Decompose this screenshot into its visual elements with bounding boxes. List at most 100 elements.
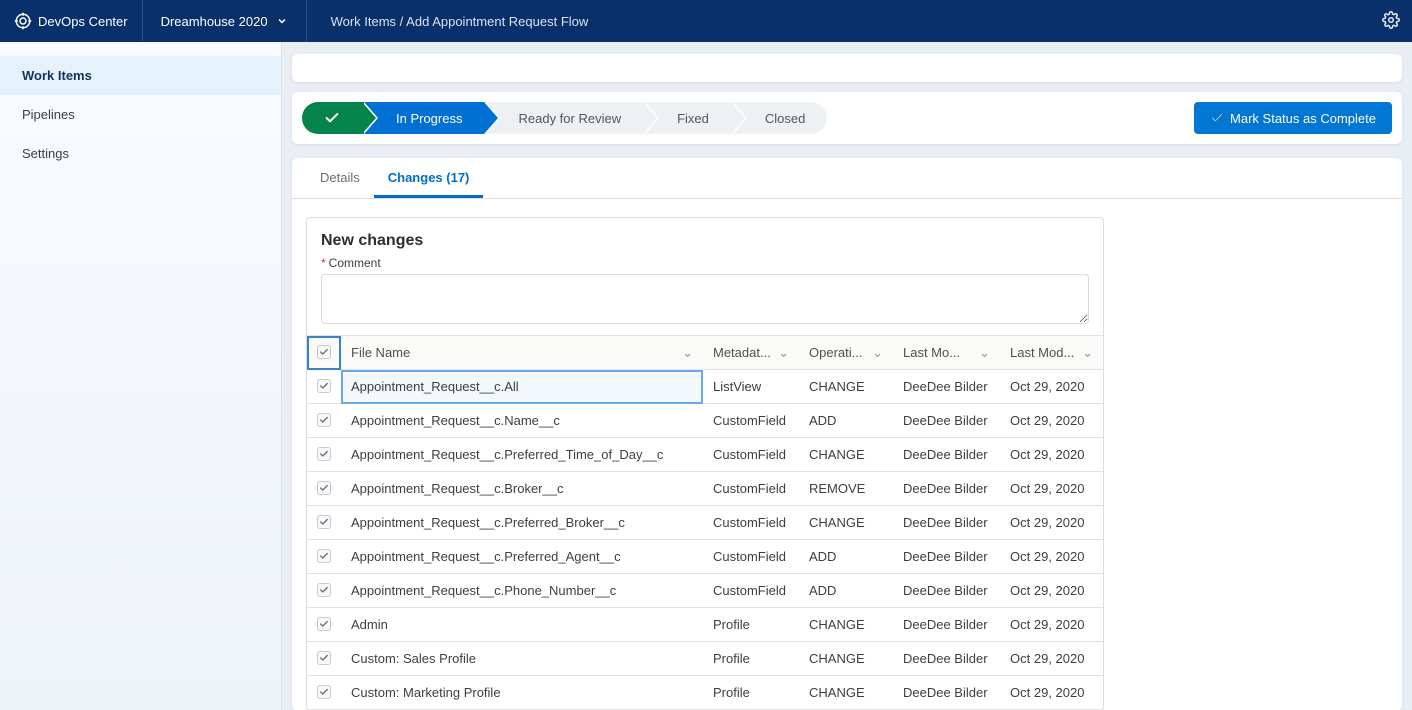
cell-date: Oct 29, 2020 <box>1000 642 1103 676</box>
cell-file-name: Appointment_Request__c.Broker__c <box>341 472 703 506</box>
stage-card: In ProgressReady for ReviewFixedClosed M… <box>292 92 1402 144</box>
cell-op: REMOVE <box>799 472 893 506</box>
col-last-modified-date[interactable]: Last Mod...⌄ <box>1000 336 1103 370</box>
cell-meta: Profile <box>703 642 799 676</box>
cell-date: Oct 29, 2020 <box>1000 370 1103 404</box>
row-checkbox[interactable] <box>317 515 331 529</box>
project-name: Dreamhouse 2020 <box>161 14 268 29</box>
cell-file-name: Admin <box>341 608 703 642</box>
cell-by: DeeDee Bilder <box>893 540 1000 574</box>
row-checkbox[interactable] <box>317 583 331 597</box>
row-checkbox[interactable] <box>317 617 331 631</box>
table-row[interactable]: Appointment_Request__c.Preferred_Agent__… <box>307 540 1103 574</box>
cell-op: CHANGE <box>799 608 893 642</box>
cell-meta: CustomField <box>703 540 799 574</box>
cell-meta: Profile <box>703 608 799 642</box>
mark-complete-button[interactable]: Mark Status as Complete <box>1194 102 1392 134</box>
cell-op: CHANGE <box>799 676 893 710</box>
sidebar-item-settings[interactable]: Settings <box>0 134 281 173</box>
comment-label: *Comment <box>321 256 1089 270</box>
breadcrumb: Work Items / Add Appointment Request Flo… <box>307 14 613 29</box>
cell-meta: CustomField <box>703 438 799 472</box>
row-checkbox[interactable] <box>317 685 331 699</box>
cell-op: CHANGE <box>799 370 893 404</box>
chevron-down-icon[interactable]: ⌄ <box>1082 345 1093 361</box>
devops-icon <box>14 12 32 30</box>
cell-date: Oct 29, 2020 <box>1000 438 1103 472</box>
comment-input[interactable] <box>321 274 1089 324</box>
table-row[interactable]: AdminProfileCHANGEDeeDee BilderOct 29, 2… <box>307 608 1103 642</box>
table-row[interactable]: Appointment_Request__c.Preferred_Broker_… <box>307 506 1103 540</box>
table-row[interactable]: Appointment_Request__c.Preferred_Time_of… <box>307 438 1103 472</box>
cell-date: Oct 29, 2020 <box>1000 404 1103 438</box>
cell-op: CHANGE <box>799 506 893 540</box>
stage-ready-for-review[interactable]: Ready for Review <box>484 102 643 134</box>
chevron-down-icon[interactable]: ⌄ <box>682 345 693 361</box>
cell-meta: CustomField <box>703 472 799 506</box>
cell-date: Oct 29, 2020 <box>1000 608 1103 642</box>
sidebar-item-pipelines[interactable]: Pipelines <box>0 95 281 134</box>
row-checkbox[interactable] <box>317 379 331 393</box>
select-all-checkbox[interactable] <box>317 345 331 359</box>
new-changes-panel: New changes *Comment <box>306 217 1104 710</box>
tab-details[interactable]: Details <box>306 158 374 198</box>
cell-by: DeeDee Bilder <box>893 574 1000 608</box>
cell-file-name: Appointment_Request__c.All <box>341 370 703 404</box>
cell-meta: CustomField <box>703 506 799 540</box>
row-checkbox[interactable] <box>317 549 331 563</box>
app-logo: DevOps Center <box>0 0 143 42</box>
cell-by: DeeDee Bilder <box>893 608 1000 642</box>
col-operation[interactable]: Operati...⌄ <box>799 336 893 370</box>
cell-file-name: Custom: Sales Profile <box>341 642 703 676</box>
table-row[interactable]: Custom: Sales ProfileProfileCHANGEDeeDee… <box>307 642 1103 676</box>
table-row[interactable]: Appointment_Request__c.Name__cCustomFiel… <box>307 404 1103 438</box>
cell-by: DeeDee Bilder <box>893 370 1000 404</box>
table-row[interactable]: Appointment_Request__c.AllListViewCHANGE… <box>307 370 1103 404</box>
stage-in-progress[interactable]: In Progress <box>362 102 484 134</box>
settings-icon[interactable] <box>1382 11 1400 32</box>
project-dropdown[interactable]: Dreamhouse 2020 <box>143 0 307 42</box>
cell-date: Oct 29, 2020 <box>1000 574 1103 608</box>
cell-date: Oct 29, 2020 <box>1000 472 1103 506</box>
table-row[interactable]: Appointment_Request__c.Phone_Number__cCu… <box>307 574 1103 608</box>
col-file-name[interactable]: File Name⌄ <box>341 336 703 370</box>
cell-file-name: Appointment_Request__c.Name__c <box>341 404 703 438</box>
row-checkbox[interactable] <box>317 447 331 461</box>
cell-by: DeeDee Bilder <box>893 404 1000 438</box>
cell-file-name: Appointment_Request__c.Preferred_Agent__… <box>341 540 703 574</box>
chevron-down-icon <box>276 15 288 27</box>
sidebar-item-work-items[interactable]: Work Items <box>0 56 281 95</box>
col-last-modified-by[interactable]: Last Mo...⌄ <box>893 336 1000 370</box>
cell-op: CHANGE <box>799 642 893 676</box>
panel-title: New changes <box>321 232 1089 250</box>
changes-table: File Name⌄ Metadat...⌄ Operati...⌄ Last … <box>307 335 1103 710</box>
cell-meta: Profile <box>703 676 799 710</box>
row-checkbox[interactable] <box>317 651 331 665</box>
cell-file-name: Appointment_Request__c.Phone_Number__c <box>341 574 703 608</box>
chevron-down-icon[interactable]: ⌄ <box>778 345 789 361</box>
cell-op: CHANGE <box>799 438 893 472</box>
stage-path: In ProgressReady for ReviewFixedClosed <box>302 102 1184 134</box>
cell-by: DeeDee Bilder <box>893 642 1000 676</box>
table-row[interactable]: Appointment_Request__c.Broker__cCustomFi… <box>307 472 1103 506</box>
app-name: DevOps Center <box>38 14 128 29</box>
cell-by: DeeDee Bilder <box>893 676 1000 710</box>
check-icon <box>324 110 340 126</box>
cell-meta: CustomField <box>703 404 799 438</box>
cell-by: DeeDee Bilder <box>893 472 1000 506</box>
col-metadata[interactable]: Metadat...⌄ <box>703 336 799 370</box>
row-checkbox[interactable] <box>317 413 331 427</box>
cell-date: Oct 29, 2020 <box>1000 676 1103 710</box>
chevron-down-icon[interactable]: ⌄ <box>872 345 883 361</box>
cell-meta: ListView <box>703 370 799 404</box>
chevron-down-icon[interactable]: ⌄ <box>979 345 990 361</box>
select-all-header[interactable] <box>307 336 341 370</box>
cell-op: ADD <box>799 540 893 574</box>
stage-done[interactable] <box>302 102 362 134</box>
row-checkbox[interactable] <box>317 481 331 495</box>
cell-date: Oct 29, 2020 <box>1000 506 1103 540</box>
cell-file-name: Appointment_Request__c.Preferred_Broker_… <box>341 506 703 540</box>
table-row[interactable]: Custom: Marketing ProfileProfileCHANGEDe… <box>307 676 1103 710</box>
cell-op: ADD <box>799 574 893 608</box>
tab-changes[interactable]: Changes (17) <box>374 158 484 198</box>
